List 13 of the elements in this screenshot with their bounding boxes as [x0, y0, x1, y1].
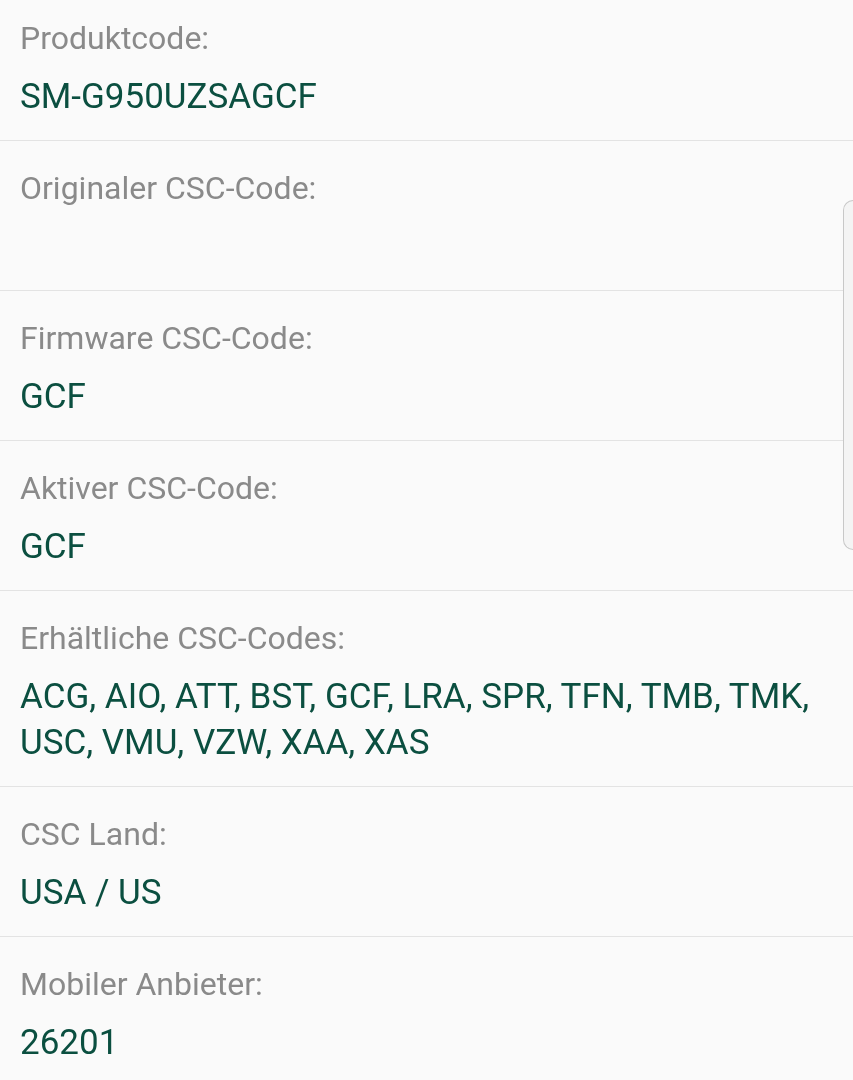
field-value: ACG, AIO, ATT, BST, GCF, LRA, SPR, TFN, TMB, TMK, USC, VMU, VZW, XAA, XAS [20, 675, 811, 765]
field-label: CSC Land: [20, 814, 167, 855]
field-label: Erhältliche CSC-Codes: [20, 618, 345, 659]
field-label: Mobiler Anbieter: [20, 964, 263, 1005]
field-value: 26201 [20, 1021, 120, 1065]
field-label: Firmware CSC-Code: [20, 318, 313, 359]
field-label: Produktcode: [20, 18, 210, 59]
field-value: GCF [20, 525, 87, 569]
field-value: GCF [20, 375, 87, 419]
field-label: Originaler CSC-Code: [20, 168, 317, 209]
field-value: SM-G950UZSAGCF [20, 75, 318, 119]
field-value: USA / US [20, 871, 163, 915]
field-label: Aktiver CSC-Code: [20, 468, 278, 509]
